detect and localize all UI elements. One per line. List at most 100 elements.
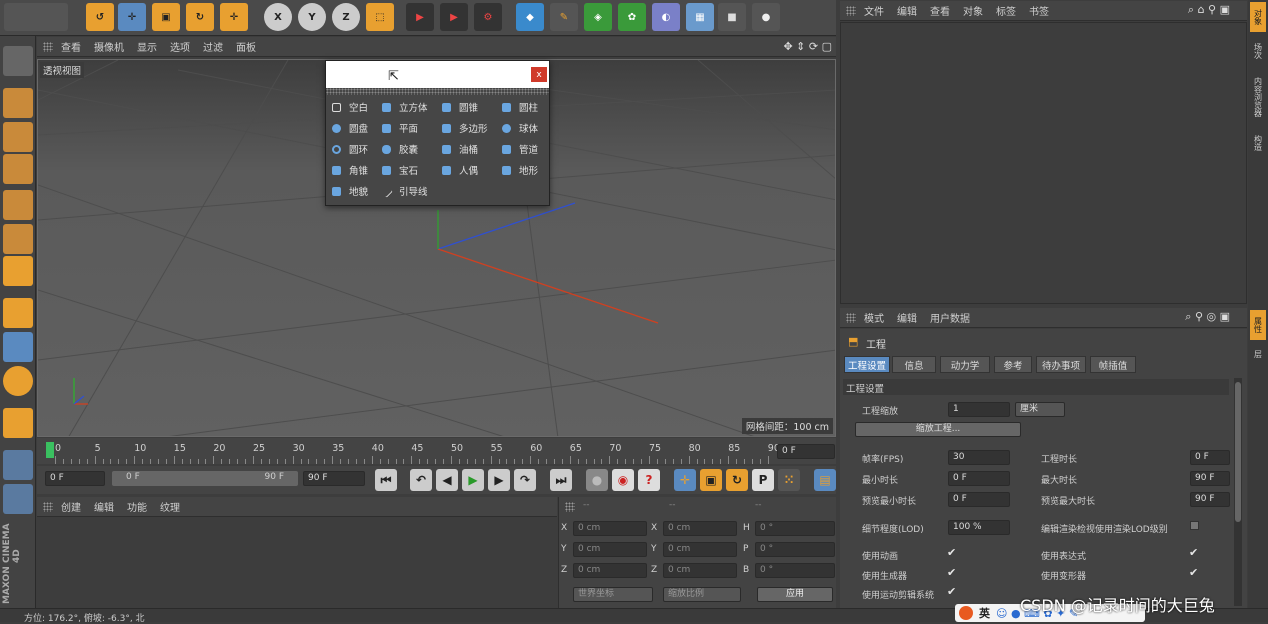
timeline[interactable]: 0 5 10 15 20 25 30 35 40 45 50 55 60 65 70 75 80 85 90 0 F [37, 438, 836, 464]
range-slider[interactable]: 0 F 90 F [112, 471, 298, 486]
tab-layers[interactable]: 层 [1250, 344, 1266, 364]
next-key-icon[interactable]: ↷ [514, 469, 536, 491]
viewport-menu-filter[interactable]: 过滤 [203, 39, 223, 54]
render-lod-checkbox[interactable] [1190, 521, 1199, 530]
viewport-menu-camera[interactable]: 摄像机 [94, 39, 124, 54]
spline-pen-icon[interactable]: ✎ [550, 3, 578, 31]
prev-key-icon[interactable]: ↶ [410, 469, 432, 491]
goto-end-icon[interactable]: ⏭ [550, 469, 572, 491]
popup-item-cone[interactable]: 圆锥 [438, 97, 488, 117]
popup-item-pyramid[interactable]: 角锥 [328, 160, 378, 180]
use-generators-checkbox[interactable]: ✔ [947, 566, 956, 579]
polygons-mode-icon[interactable] [3, 256, 33, 286]
popup-grip[interactable] [326, 88, 549, 95]
material-menu-create[interactable]: 创建 [61, 499, 81, 514]
use-deformers-checkbox[interactable]: ✔ [1189, 566, 1198, 579]
om-menu-objects[interactable]: 对象 [963, 3, 983, 18]
move-tool-icon[interactable]: ✛ [118, 3, 146, 31]
material-menu-texture[interactable]: 纹理 [160, 499, 180, 514]
popup-item-disc[interactable]: 圆盘 [328, 118, 378, 138]
key-parameter-icon[interactable]: P [752, 469, 774, 491]
object-list[interactable] [840, 22, 1247, 304]
model-mode-icon[interactable] [3, 88, 33, 118]
axis-mode-icon[interactable] [3, 298, 33, 328]
render-view-icon[interactable]: ▶ [406, 3, 434, 31]
popup-item-sphere[interactable]: 球体 [498, 118, 548, 138]
camera-icon[interactable]: ■ [718, 3, 746, 31]
lod-field[interactable]: 100 % [948, 520, 1010, 535]
unit-dropdown[interactable]: 厘米 [1015, 402, 1065, 417]
material-area[interactable] [37, 518, 557, 608]
om-menu-view[interactable]: 查看 [930, 3, 950, 18]
popup-item-capsule[interactable]: 胶囊 [378, 139, 428, 159]
auto-key-icon[interactable]: ◉ [612, 469, 634, 491]
am-menu-edit[interactable]: 编辑 [897, 310, 917, 325]
coords-grip[interactable] [565, 502, 575, 512]
om-search-icon[interactable]: ⌕ ⌂ ⚲ ▣ [1188, 3, 1230, 17]
prev-frame-icon[interactable]: ◀ [436, 469, 458, 491]
workplane-icon[interactable] [3, 450, 33, 480]
tab-content-browser[interactable]: 内容浏览器 [1250, 70, 1266, 124]
y-axis-lock-button[interactable]: Y [298, 3, 326, 31]
apply-button[interactable]: 应用 [757, 587, 833, 602]
popup-item-relief[interactable]: 地貌 [328, 181, 378, 201]
tab-structure[interactable]: 构造 [1250, 128, 1266, 158]
popup-item-figure[interactable]: 人偶 [438, 160, 488, 180]
timeline-window-icon[interactable]: ▤ [814, 469, 836, 491]
material-menu-edit[interactable]: 编辑 [94, 499, 114, 514]
coord-field[interactable]: 0 cm [663, 563, 737, 578]
coord-field[interactable]: 0 ° [755, 542, 835, 557]
scale-field[interactable]: 1 [948, 402, 1010, 417]
scale-project-button[interactable]: 缩放工程... [855, 422, 1021, 437]
om-menu-tags[interactable]: 标签 [996, 3, 1016, 18]
scrollbar-thumb[interactable] [1235, 382, 1241, 522]
tab-reference[interactable]: 参考 [994, 356, 1032, 373]
viewport-menu-panel[interactable]: 面板 [236, 39, 256, 54]
attribute-grip[interactable] [846, 312, 856, 323]
coord-field[interactable]: 0 cm [573, 542, 647, 557]
material-menu-function[interactable]: 功能 [127, 499, 147, 514]
magnet-icon[interactable] [3, 408, 33, 438]
current-frame-field[interactable]: 0 F [777, 444, 835, 459]
coord-field[interactable]: 0 cm [573, 563, 647, 578]
floor-icon[interactable]: ▦ [686, 3, 714, 31]
popup-item-oiltank[interactable]: 油桶 [438, 139, 488, 159]
render-picture-viewer-icon[interactable]: ▶ [440, 3, 468, 31]
material-grip[interactable] [43, 501, 53, 512]
popup-item-cylinder[interactable]: 圆柱 [498, 97, 548, 117]
undo-redo-buttons[interactable] [4, 3, 68, 31]
popup-item-tube[interactable]: 管道 [498, 139, 548, 159]
am-search-icon[interactable]: ⌕ ⚲ ◎ ▣ [1185, 310, 1230, 324]
popup-item-plane[interactable]: 平面 [378, 118, 428, 138]
coord-field[interactable]: 0 ° [755, 521, 835, 536]
popup-item-guide[interactable]: 引导线 [378, 181, 428, 201]
coord-field[interactable]: 0 cm [663, 542, 737, 557]
lock-workplane-icon[interactable] [3, 484, 33, 514]
tab-frame-interpolation[interactable]: 帧插值 [1090, 356, 1136, 373]
ime-language[interactable]: 英 [979, 605, 990, 621]
duration-field[interactable]: 0 F [1190, 450, 1230, 465]
texture-mode-icon[interactable] [3, 122, 33, 152]
next-frame-icon[interactable]: ▶ [488, 469, 510, 491]
attribute-scrollbar[interactable] [1234, 378, 1242, 606]
key-position-icon[interactable]: ✛ [674, 469, 696, 491]
cloner-icon[interactable]: ✿ [618, 3, 646, 31]
light-icon[interactable]: ● [752, 3, 780, 31]
viewport-nav-icons[interactable]: ✥ ⇕ ⟳ ▢ [783, 40, 832, 53]
use-animation-checkbox[interactable]: ✔ [947, 546, 956, 559]
tab-attributes[interactable]: 属性 [1250, 310, 1266, 340]
coord-field[interactable]: 0 ° [755, 563, 835, 578]
min-time-field[interactable]: 0 F [948, 471, 1010, 486]
live-selection-icon[interactable]: ↺ [86, 3, 114, 31]
preview-min-field[interactable]: 0 F [948, 492, 1010, 507]
edges-mode-icon[interactable] [3, 224, 33, 254]
snap-icon[interactable] [3, 366, 33, 396]
popup-item-landscape[interactable]: 地形 [498, 160, 548, 180]
record-icon[interactable]: ● [586, 469, 608, 491]
max-time-field[interactable]: 90 F [1190, 471, 1230, 486]
coord-field[interactable]: 0 cm [663, 521, 737, 536]
tab-project-settings[interactable]: 工程设置 [844, 356, 890, 373]
goto-start-icon[interactable]: ⏮ [375, 469, 397, 491]
make-editable-icon[interactable] [3, 46, 33, 76]
am-menu-userdata[interactable]: 用户数据 [930, 310, 970, 325]
